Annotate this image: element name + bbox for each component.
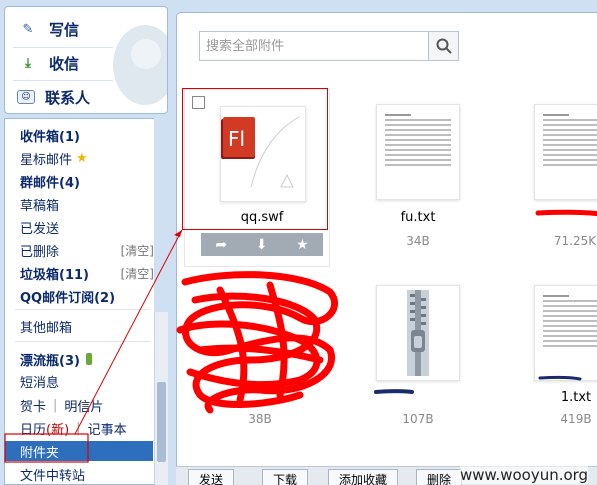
add-favorite-button[interactable]: 添加收藏 bbox=[328, 469, 399, 485]
redaction-scribbles bbox=[4, 209, 597, 463]
send-button[interactable]: 发送 bbox=[188, 469, 235, 485]
delete-button[interactable]: 删除 bbox=[416, 469, 463, 485]
watermark: www.wooyun.org bbox=[460, 466, 589, 484]
download-button[interactable]: 下载 bbox=[262, 469, 309, 485]
